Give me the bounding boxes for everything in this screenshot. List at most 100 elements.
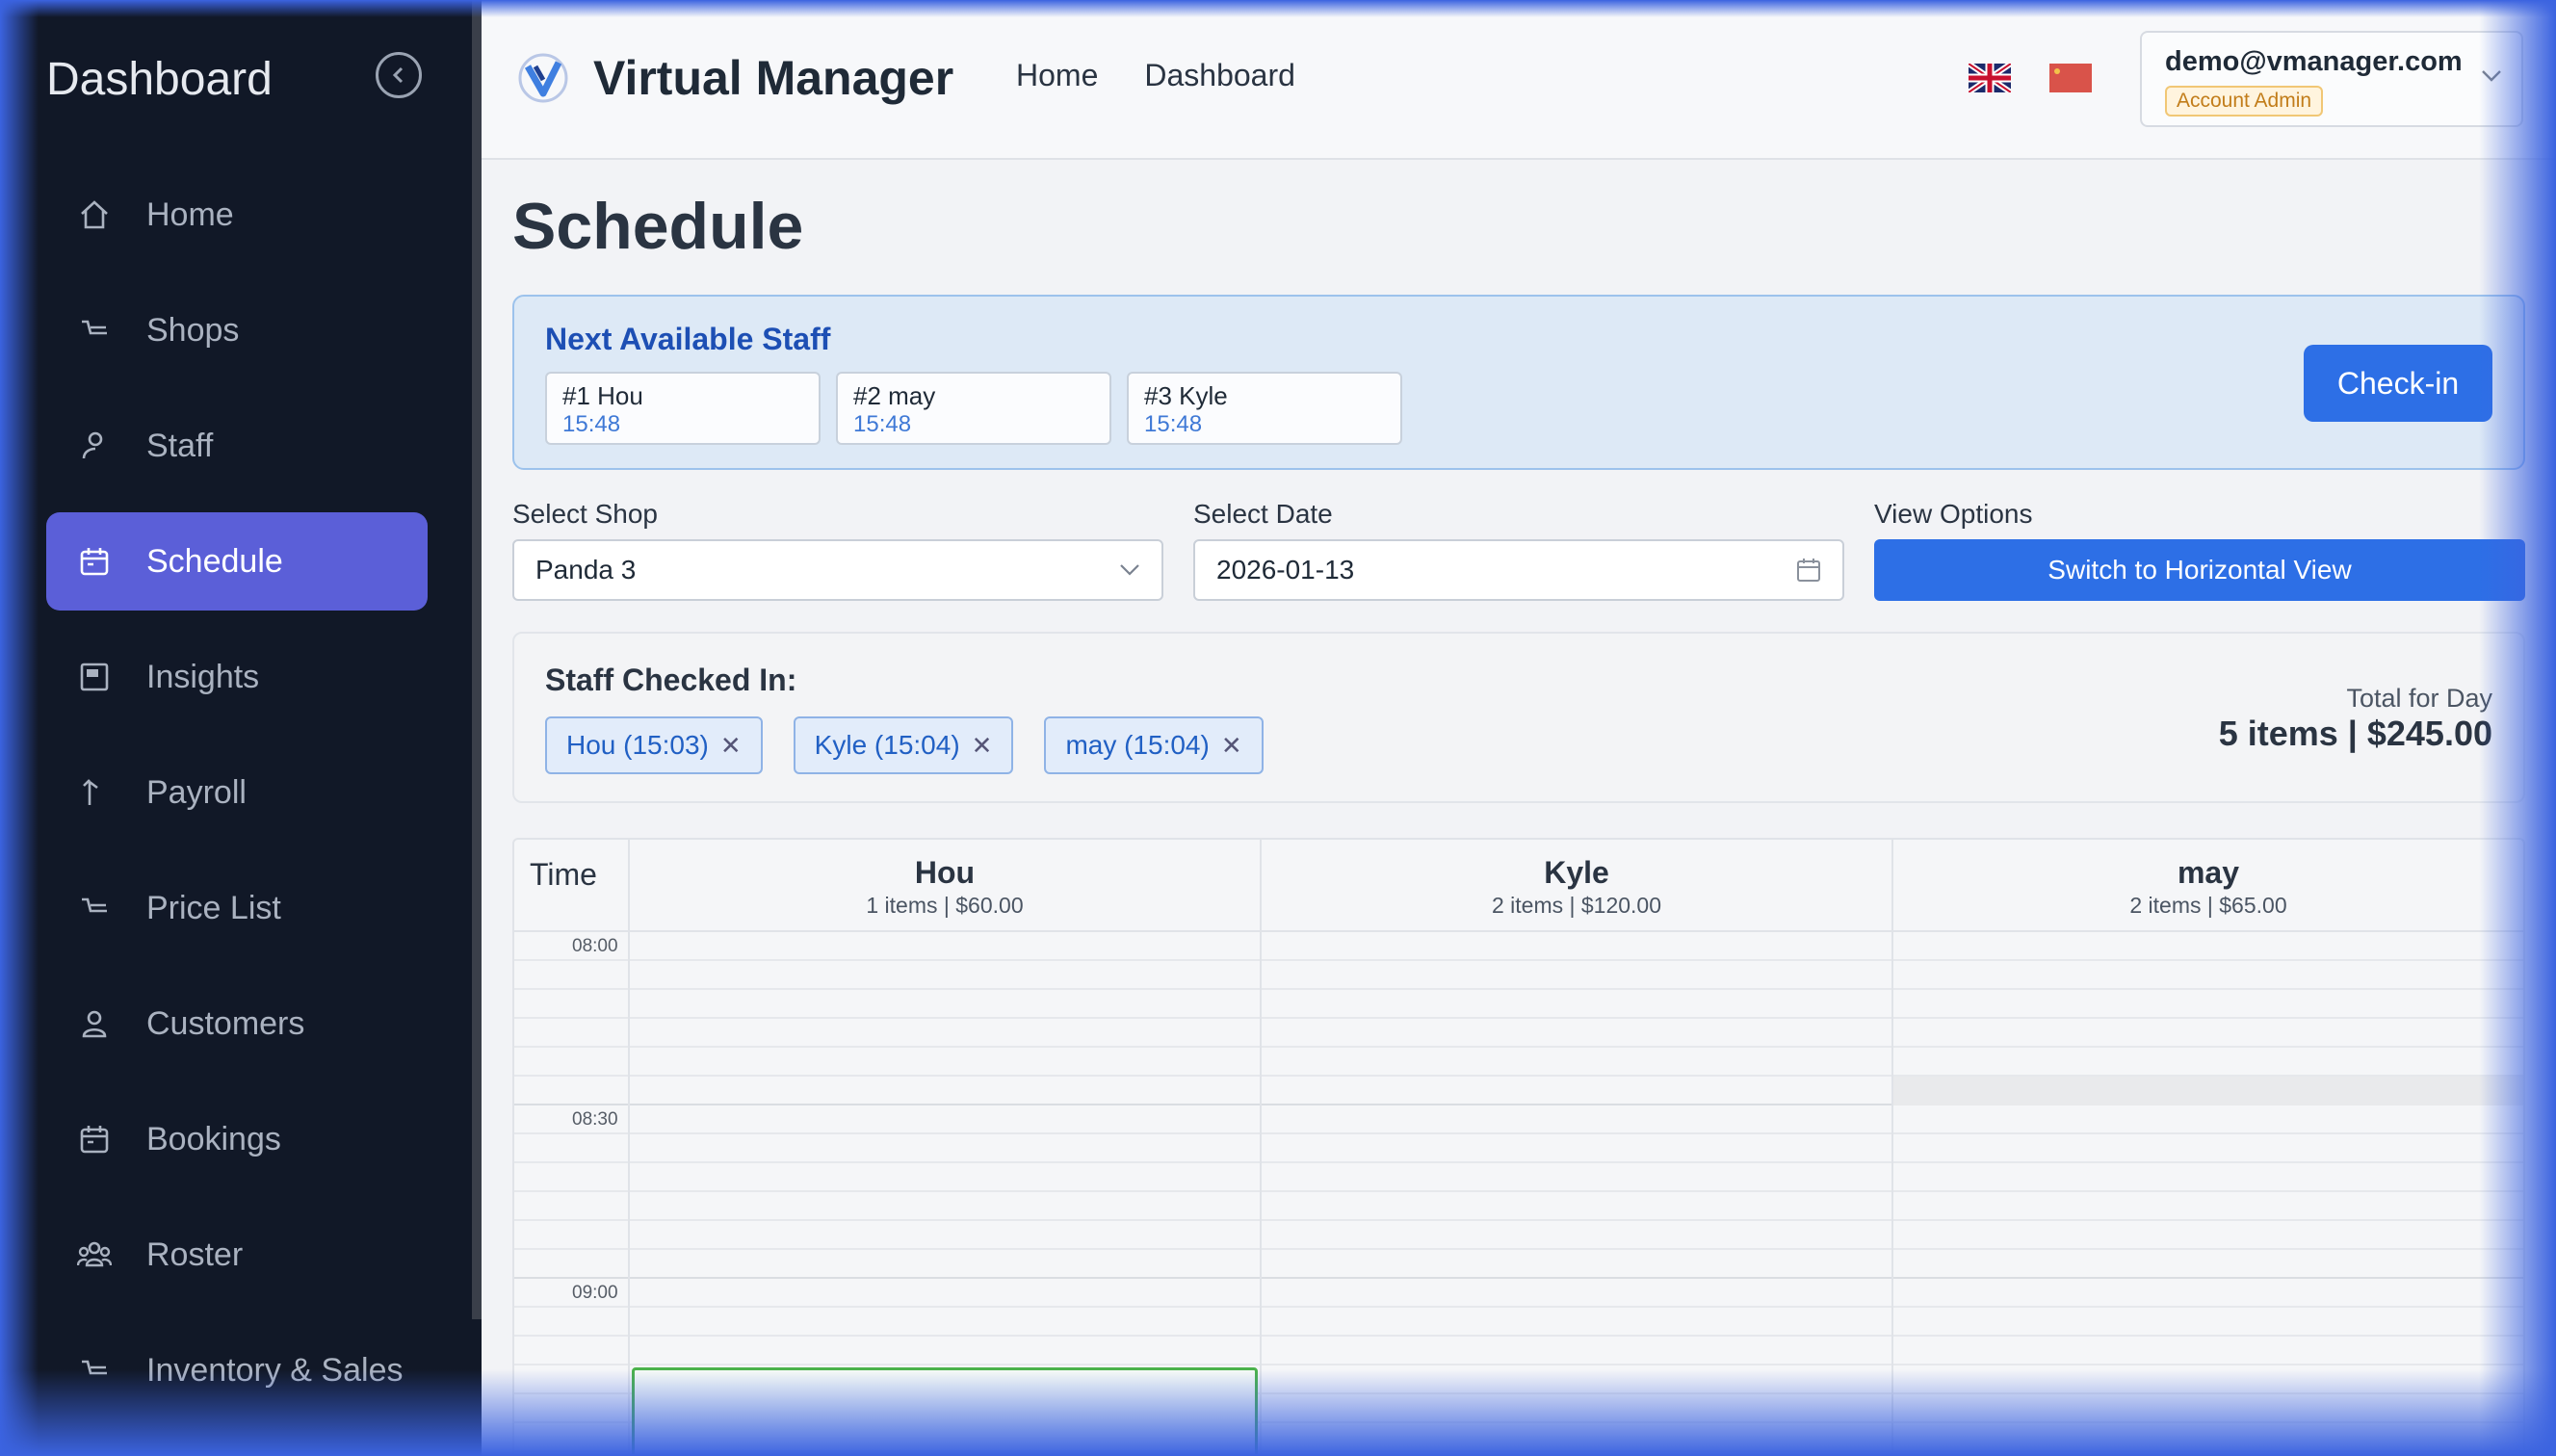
staff-icon	[77, 429, 112, 463]
top-nav-dashboard[interactable]: Dashboard	[1144, 58, 1295, 93]
view-options-label: View Options	[1874, 499, 2033, 529]
time-label: 09:00	[572, 1283, 618, 1303]
sidebar-item-label: Insights	[146, 658, 260, 695]
sidebar: Dashboard Home Shops Staff Schedule Insi…	[0, 0, 482, 1456]
sidebar-item-bookings[interactable]: Bookings	[46, 1090, 428, 1188]
brand[interactable]: Virtual Manager	[516, 50, 953, 106]
calendar-icon	[1797, 559, 1820, 582]
next-staff-name: #2 may	[853, 381, 936, 410]
shop-select-value: Panda 3	[535, 555, 637, 585]
next-staff-name: #1 Hou	[562, 381, 643, 410]
shop-select[interactable]: Panda 3	[512, 539, 1163, 601]
sidebar-item-label: Customers	[146, 1004, 305, 1042]
next-available-list: #1 Hou 15:48 #2 may 15:48 #3 Kyle 15:48	[545, 372, 1418, 445]
sidebar-item-insights[interactable]: Insights	[46, 628, 428, 726]
close-icon[interactable]: ✕	[720, 731, 742, 761]
payroll-icon	[77, 775, 112, 810]
time-slot-row	[514, 1192, 2523, 1221]
staff-column-header: Kyle 2 items | $120.00	[1260, 840, 1891, 932]
time-column-header: Time	[530, 857, 597, 892]
shop-select-label: Select Shop	[512, 499, 658, 529]
account-menu[interactable]: demo@vmanager.com Account Admin	[2140, 31, 2523, 127]
home-icon	[77, 197, 112, 232]
time-slot-row	[514, 1134, 2523, 1163]
chip-label: Kyle (15:04)	[814, 730, 960, 760]
next-staff-card[interactable]: #1 Hou 15:48	[545, 372, 821, 445]
next-staff-time: 15:48	[1144, 411, 1203, 437]
time-slot-row	[514, 932, 2523, 961]
sidebar-item-label: Payroll	[146, 773, 247, 811]
checked-in-chip[interactable]: Kyle (15:04) ✕	[793, 716, 1014, 774]
time-slot-row	[514, 1279, 2523, 1308]
screen-edge-glow	[0, 1369, 2556, 1456]
staff-column-summary: 1 items | $60.00	[866, 893, 1024, 918]
top-bar: Virtual Manager Home Dashboard demo@vman…	[482, 0, 2556, 160]
checked-in-chip[interactable]: may (15:04) ✕	[1044, 716, 1264, 774]
app-window: Dashboard Home Shops Staff Schedule Insi…	[0, 0, 2556, 1456]
calendar-icon	[77, 544, 112, 579]
sidebar-header: Dashboard	[46, 48, 422, 112]
calendar-icon	[77, 1122, 112, 1157]
staff-column-summary: 2 items | $120.00	[1491, 893, 1662, 918]
sidebar-item-label: Bookings	[146, 1120, 281, 1157]
next-staff-card[interactable]: #2 may 15:48	[836, 372, 1111, 445]
day-total-label: Total for Day	[2346, 684, 2492, 713]
next-staff-card[interactable]: #3 Kyle 15:48	[1127, 372, 1402, 445]
sidebar-item-schedule[interactable]: Schedule	[46, 512, 428, 611]
top-nav-home[interactable]: Home	[1016, 58, 1098, 93]
staff-checked-in-panel: Staff Checked In: Hou (15:03) ✕ Kyle (15…	[512, 632, 2525, 803]
screen-edge-glow	[0, 0, 2556, 17]
chip-label: Hou (15:03)	[566, 730, 709, 760]
staff-column-name: may	[2177, 855, 2240, 890]
date-filter: Select Date 2026-01-13	[1193, 499, 1844, 601]
shop-filter: Select Shop Panda 3	[512, 499, 1163, 601]
time-slot-row	[514, 1163, 2523, 1192]
switch-horizontal-view-button[interactable]: Switch to Horizontal View	[1874, 539, 2525, 601]
time-slot-row	[514, 961, 2523, 990]
sidebar-item-customers[interactable]: Customers	[46, 975, 428, 1073]
staff-column-summary: 2 items | $65.00	[2129, 893, 2287, 918]
sidebar-item-shops[interactable]: Shops	[46, 281, 428, 379]
language-switcher	[1969, 64, 2130, 92]
sidebar-item-label: Price List	[146, 889, 281, 926]
logo-icon	[518, 53, 568, 103]
checked-in-list: Hou (15:03) ✕ Kyle (15:04) ✕ may (15:04)…	[545, 716, 1294, 774]
time-slot-row	[514, 1048, 2523, 1077]
page-title: Schedule	[512, 190, 804, 263]
sidebar-item-label: Staff	[146, 427, 214, 464]
close-icon[interactable]: ✕	[972, 731, 993, 761]
staff-column-name: Hou	[914, 855, 976, 890]
insights-icon	[77, 660, 112, 694]
sidebar-item-home[interactable]: Home	[46, 166, 428, 264]
china-flag-icon[interactable]	[2049, 64, 2092, 92]
sidebar-item-payroll[interactable]: Payroll	[46, 743, 428, 842]
sidebar-nav: Home Shops Staff Schedule Insights Payro…	[46, 166, 428, 1437]
check-in-button[interactable]: Check-in	[2304, 345, 2492, 422]
top-nav: Home Dashboard	[1016, 58, 1342, 93]
close-icon[interactable]: ✕	[1221, 731, 1242, 761]
brand-name: Virtual Manager	[593, 51, 954, 105]
time-slot-row	[514, 1221, 2523, 1250]
time-slot-row	[514, 1250, 2523, 1279]
checked-in-chip[interactable]: Hou (15:03) ✕	[545, 716, 763, 774]
sidebar-item-price-list[interactable]: Price List	[46, 859, 428, 957]
sidebar-item-label: Shops	[146, 311, 240, 349]
date-picker[interactable]: 2026-01-13	[1193, 539, 1844, 601]
date-select-label: Select Date	[1193, 499, 1333, 529]
staff-column-header: Hou 1 items | $60.00	[628, 840, 1260, 932]
schedule-grid-header: Time Hou 1 items | $60.00 Kyle 2 items |…	[514, 840, 2523, 932]
checked-in-title: Staff Checked In:	[545, 663, 797, 697]
uk-flag-icon[interactable]	[1969, 64, 2011, 92]
chevron-left-icon	[392, 66, 404, 84]
sidebar-item-staff[interactable]: Staff	[46, 397, 428, 495]
next-available-staff-panel: Next Available Staff #1 Hou 15:48 #2 may…	[512, 295, 2525, 470]
time-slot-row	[514, 990, 2523, 1019]
time-slot-row	[514, 1308, 2523, 1337]
sidebar-item-roster[interactable]: Roster	[46, 1206, 428, 1304]
schedule-filters: Select Shop Panda 3 Select Date 2026-01-…	[512, 499, 2525, 605]
account-email: demo@vmanager.com	[2165, 46, 2463, 77]
date-picker-value: 2026-01-13	[1216, 555, 1355, 585]
view-options: View Options Switch to Horizontal View	[1874, 499, 2525, 601]
time-slot-row	[514, 1019, 2523, 1048]
collapse-sidebar-button[interactable]	[376, 52, 422, 98]
